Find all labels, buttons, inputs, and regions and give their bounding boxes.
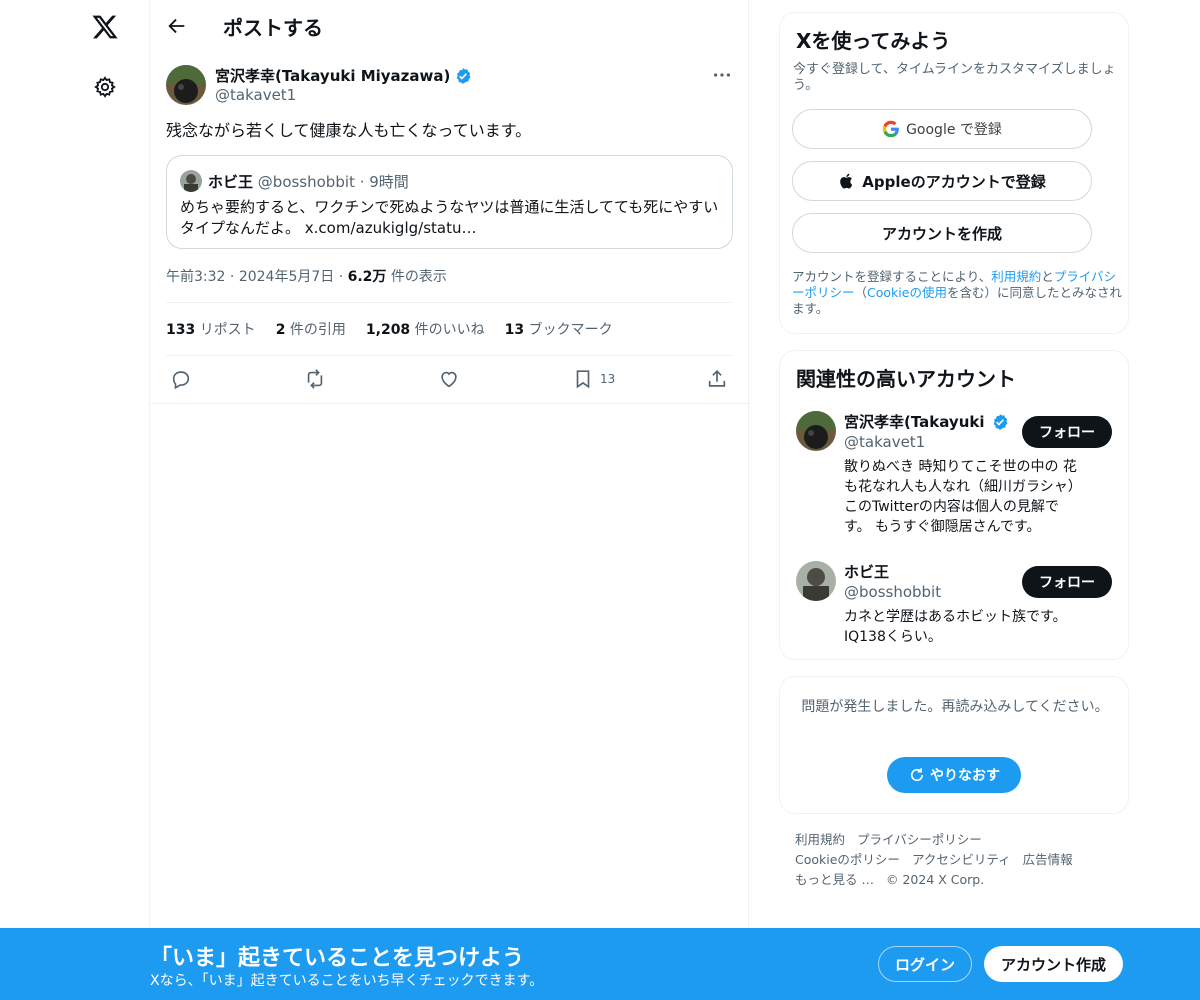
left-nav xyxy=(0,0,150,1000)
create-account-button[interactable]: アカウントを作成 xyxy=(792,213,1092,253)
google-signup-button[interactable]: Google で登録 xyxy=(792,109,1092,149)
apple-signup-button[interactable]: Appleのアカウントで登録 xyxy=(792,161,1092,201)
quote-separator: · xyxy=(359,173,365,191)
google-signup-label: Google で登録 xyxy=(906,122,1002,138)
gear-icon[interactable] xyxy=(93,75,117,99)
view-count: 6.2万 xyxy=(347,269,387,285)
account-handle: @bosshobbit xyxy=(844,583,942,601)
account-bio: 散りぬべき 時知りてこそ世の中の 花も花なれ人も人なれ（細川ガラシャ） このTw… xyxy=(844,459,1082,535)
retry-button[interactable]: やりなおす xyxy=(887,757,1021,793)
tos-link[interactable]: 利用規約 xyxy=(991,269,1041,284)
account-avatar xyxy=(796,561,836,601)
footer-link-cookie[interactable]: Cookieのポリシー xyxy=(795,850,900,870)
view-label: 件の表示 xyxy=(390,269,447,285)
footer-link-privacy[interactable]: プライバシーポリシー xyxy=(857,830,982,850)
divider xyxy=(166,355,733,356)
reply-button[interactable] xyxy=(170,368,192,390)
account-name: ホビ王 xyxy=(844,563,890,581)
related-title: 関連性の高いアカウント xyxy=(796,367,1016,391)
account-name: 宮沢孝幸(Takayuki Miyazawa) xyxy=(844,411,1009,432)
refresh-icon xyxy=(910,768,924,782)
share-button[interactable] xyxy=(706,368,728,390)
divider xyxy=(166,302,733,303)
verified-badge-icon xyxy=(457,67,471,84)
x-logo-icon[interactable] xyxy=(91,13,119,41)
error-message: 問題が発生しました。再読み込みしてください。 xyxy=(801,699,1109,715)
author-handle[interactable]: @takavet1 xyxy=(215,86,296,104)
divider xyxy=(150,403,750,404)
bookmark-button[interactable]: 13 xyxy=(572,368,615,390)
signup-button[interactable]: アカウント作成 xyxy=(984,946,1123,982)
terms-text: アカウントを登録することにより、 xyxy=(792,269,992,284)
repost-icon xyxy=(307,369,323,389)
related-accounts-card: 関連性の高いアカウント 宮沢孝幸(Takayuki Miyazawa) @tak… xyxy=(779,350,1129,660)
quote-author-handle: @bosshobbit xyxy=(257,173,355,191)
footer-link-ads[interactable]: 広告情報 xyxy=(1023,850,1073,870)
apple-icon xyxy=(840,173,853,189)
share-icon xyxy=(708,370,726,387)
account-handle: @takavet1 xyxy=(844,433,926,451)
more-options-icon[interactable] xyxy=(711,64,733,86)
quote-header: ホビ王 @bosshobbit · 9時間 xyxy=(208,171,409,192)
post-date[interactable]: 2024年5月7日 xyxy=(239,269,334,285)
apple-signup-label: Appleのアカウントで登録 xyxy=(862,172,1046,191)
cookie-link[interactable]: Cookieの使用 xyxy=(867,285,947,300)
banner-subtitle: Xなら、「いま」起きていることをいち早くチェックできます。 xyxy=(150,973,544,989)
likes-stat[interactable]: 1,208 件のいいね xyxy=(366,319,485,339)
reply-icon xyxy=(172,371,190,390)
footer-more-link[interactable]: もっと見る … xyxy=(795,870,874,890)
post-meta: 午前3:32 · 2024年5月7日 · 6.2万 件の表示 xyxy=(166,269,447,285)
author-name-text: 宮沢孝幸(Takayuki Miyazawa) xyxy=(215,67,451,85)
banner-title: 「いま」起きていることを見つけよう xyxy=(150,946,525,971)
signup-title: Xを使ってみよう xyxy=(796,29,951,53)
signup-subtitle: 今すぐ登録して、タイムラインをカスタマイズしましょう。 xyxy=(793,62,1116,93)
post-text: 残念ながら若くして健康な人も亡くなっています。 xyxy=(166,121,532,140)
verified-badge-icon xyxy=(993,413,1008,430)
bookmark-count: 13 xyxy=(600,372,616,386)
quote-text: めちゃ要約すると、ワクチンで死ぬようなヤツは普通に生活してても死にやすいタイプな… xyxy=(180,198,719,237)
account-name-text: 宮沢孝幸(Takayuki Miyazawa) xyxy=(844,413,988,431)
login-button[interactable]: ログイン xyxy=(878,946,972,982)
post-column: ポストする 宮沢孝幸(Takayuki Miyazawa) @takavet1 … xyxy=(149,0,750,1000)
author-name[interactable]: 宮沢孝幸(Takayuki Miyazawa) xyxy=(215,65,472,86)
quote-author-name: ホビ王 xyxy=(208,173,254,191)
quote-author-avatar xyxy=(180,170,202,192)
follow-button[interactable]: フォロー xyxy=(1022,416,1112,448)
footer-link-terms[interactable]: 利用規約 xyxy=(795,830,845,850)
terms-text: と xyxy=(1041,269,1054,284)
account-avatar xyxy=(796,411,836,451)
post-time[interactable]: 午前3:32 xyxy=(166,269,225,285)
engagement-stats: 133 リポスト 2 件の引用 1,208 件のいいね 13 ブックマーク xyxy=(166,319,613,339)
page: ポストする 宮沢孝幸(Takayuki Miyazawa) @takavet1 … xyxy=(0,0,1200,1000)
arrow-left-icon[interactable] xyxy=(166,15,188,37)
footer-copyright: © 2024 X Corp. xyxy=(885,872,985,887)
quotes-stat[interactable]: 2 件の引用 xyxy=(276,319,346,339)
google-icon xyxy=(882,120,899,138)
bookmarks-stat[interactable]: 13 ブックマーク xyxy=(505,319,613,339)
terms-text: （ xyxy=(854,285,868,300)
page-title: ポストする xyxy=(223,16,323,40)
page-header: ポストする xyxy=(150,0,750,53)
footer-links: 利用規約 プライバシーポリシー Cookieのポリシー アクセシビリティ 広告情… xyxy=(795,830,1125,890)
footer-link-accessibility[interactable]: アクセシビリティ xyxy=(912,850,1011,870)
signup-terms: アカウントを登録することにより、利用規約とプライバシーポリシー（Cookieの使… xyxy=(792,269,1122,317)
follow-button[interactable]: フォロー xyxy=(1022,566,1112,598)
reposts-stat[interactable]: 133 リポスト xyxy=(166,319,256,339)
error-card: 問題が発生しました。再読み込みしてください。 やりなおす xyxy=(779,676,1129,814)
retry-label: やりなおす xyxy=(930,768,1000,784)
repost-button[interactable] xyxy=(304,368,326,390)
account-bio: カネと学歴はあるホビット族です。IQ138くらい。 xyxy=(844,609,1067,645)
like-button[interactable] xyxy=(438,368,460,390)
quoted-post[interactable]: ホビ王 @bosshobbit · 9時間 めちゃ要約すると、ワクチンで死ぬよう… xyxy=(166,155,733,249)
bookmark-icon xyxy=(576,370,590,389)
heart-icon xyxy=(441,371,457,388)
action-bar: 13 xyxy=(166,366,733,394)
author-avatar[interactable] xyxy=(166,65,206,105)
login-banner: 「いま」起きていることを見つけよう Xなら、「いま」起きていることをいち早くチェ… xyxy=(0,928,1200,1000)
quote-time: 9時間 xyxy=(369,173,409,191)
signup-card: Xを使ってみよう 今すぐ登録して、タイムラインをカスタマイズしましょう。 Goo… xyxy=(779,12,1129,334)
